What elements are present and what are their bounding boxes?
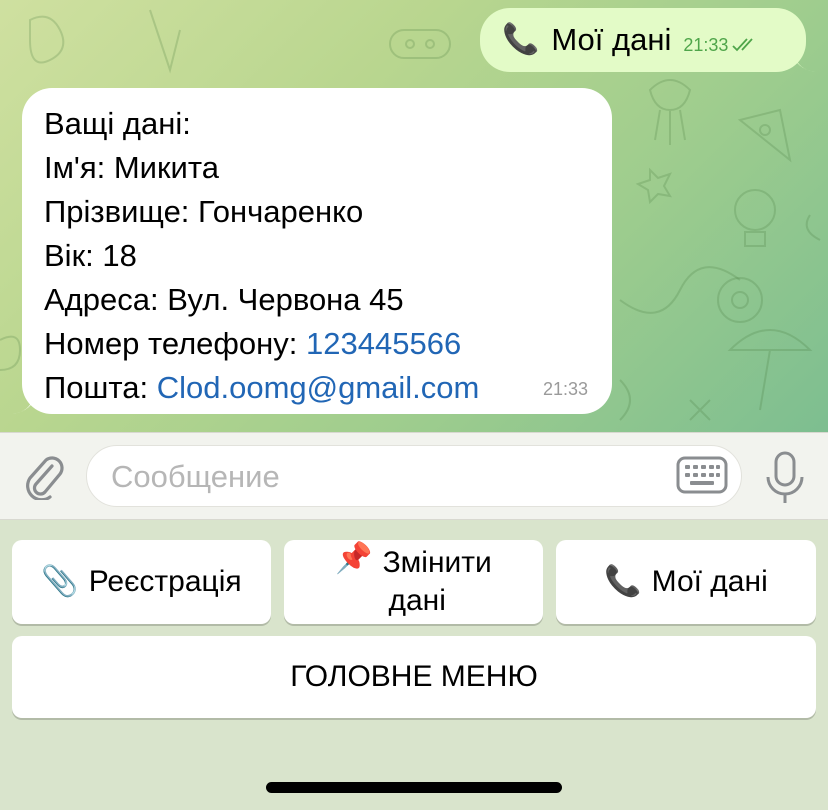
edit-data-button-label: Змінити дані (382, 546, 492, 617)
keyboard-toggle-button[interactable] (676, 455, 728, 497)
my-data-button-label: Мої дані (651, 565, 768, 598)
outgoing-message-text: Мої дані (551, 22, 672, 57)
email-line: Пошта: Clod.oomg@gmail.com (44, 366, 590, 410)
message-input[interactable]: Сообщение (86, 445, 742, 507)
home-indicator[interactable] (266, 782, 562, 793)
incoming-message-time: 21:33 (542, 379, 588, 399)
message-composer: Сообщение (0, 432, 828, 520)
paperclip-icon (26, 456, 64, 500)
registration-button[interactable]: 📎 Реєстрація (12, 540, 271, 624)
email-link[interactable]: Clod.oomg@gmail.com (157, 370, 480, 405)
telephone-emoji-icon: 📞 (604, 565, 642, 598)
double-check-icon (732, 38, 754, 52)
pushpin-emoji-icon: 📌 (335, 542, 373, 575)
outgoing-message-time: 21:33 (683, 34, 729, 55)
message-line: Ващі дані: (44, 106, 191, 141)
reply-keyboard: 📎 Реєстрація 📌 Змінити дані 📞 Мої дані Г… (0, 520, 828, 810)
outgoing-message-bubble[interactable]: 📞 Мої дані 21:33 (480, 8, 816, 72)
bubble-tail (794, 54, 816, 72)
telephone-emoji-icon: 📞 (502, 23, 540, 56)
microphone-button[interactable] (760, 449, 810, 505)
phone-number-link[interactable]: 123445566 (306, 326, 461, 361)
bubble-tail (12, 396, 34, 414)
message-line: Адреса: Вул. Червона 45 (44, 282, 404, 317)
my-data-button[interactable]: 📞 Мої дані (556, 540, 816, 624)
phone-label: Номер телефону: (44, 326, 307, 361)
keyboard-icon (676, 456, 728, 494)
registration-button-label: Реєстрація (88, 565, 242, 598)
paperclip-emoji-icon: 📎 (41, 565, 79, 598)
attach-button[interactable] (18, 451, 68, 501)
microphone-icon (766, 451, 804, 503)
main-menu-button[interactable]: ГОЛОВНЕ МЕНЮ (12, 636, 816, 718)
outgoing-message-meta: 21:33 (683, 35, 758, 56)
message-line: Вік: 18 (44, 238, 137, 273)
message-line: Прізвище: Гончаренко (44, 194, 364, 229)
phone-line: Номер телефону: 123445566 (44, 322, 590, 366)
message-line: Ім'я: Микита (44, 150, 219, 185)
chat-area: 📞 Мої дані 21:33 Ващі дані: Ім'я: Микита… (0, 0, 828, 432)
edit-data-button[interactable]: 📌 Змінити дані (284, 540, 543, 624)
main-menu-button-label: ГОЛОВНЕ МЕНЮ (290, 660, 538, 693)
email-label: Пошта: (44, 370, 157, 405)
incoming-message-bubble[interactable]: Ващі дані: Ім'я: Микита Прізвище: Гончар… (12, 88, 612, 414)
